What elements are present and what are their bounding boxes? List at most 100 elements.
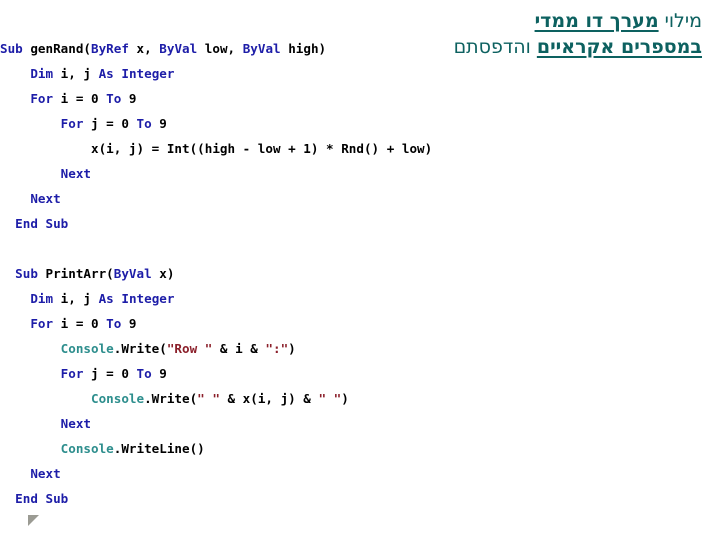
code-token: "Row ": [166, 341, 213, 356]
code-line: For i = 0 To 9: [0, 311, 640, 336]
code-line: Sub genRand(ByRef x, ByVal low, ByVal hi…: [0, 36, 640, 61]
code-token: Next: [30, 191, 61, 206]
code-token: low,: [197, 41, 243, 56]
code-token: 9: [151, 116, 167, 131]
code-token: Dim: [30, 291, 54, 306]
vb-code-listing: Sub genRand(ByRef x, ByVal low, ByVal hi…: [0, 36, 640, 511]
code-token: Next: [60, 166, 92, 181]
code-token: j = 0: [83, 366, 137, 381]
code-token: & i &: [212, 341, 266, 356]
code-token: ): [341, 391, 349, 406]
code-token: End: [15, 491, 38, 506]
code-token: PrintArr(: [45, 266, 114, 281]
code-token: ByVal: [159, 41, 198, 56]
code-token: i, j: [53, 66, 99, 81]
code-token: Console: [60, 441, 114, 456]
code-token: & x(i, j) &: [219, 391, 319, 406]
code-token: ByRef: [91, 41, 129, 56]
code-line: Next: [0, 186, 640, 211]
code-token: For: [60, 116, 84, 131]
code-line: For j = 0 To 9: [0, 111, 640, 136]
code-line: Console.Write(" " & x(i, j) & " "): [0, 386, 640, 411]
code-token: To: [136, 366, 152, 381]
slide-canvas: מילוי מערך דו ממדי במספרים אקראיים והדפס…: [0, 0, 720, 540]
code-token: ByVal: [242, 41, 281, 56]
code-token: Sub: [45, 491, 69, 506]
code-token: j = 0: [83, 116, 137, 131]
code-token: Dim: [30, 66, 54, 81]
code-token: 9: [151, 366, 167, 381]
code-token: To: [106, 316, 122, 331]
code-token: To: [136, 116, 152, 131]
code-token: Next: [60, 416, 92, 431]
code-token: 9: [121, 91, 137, 106]
code-token: For: [30, 91, 54, 106]
code-token: Console: [91, 391, 145, 406]
code-token: .Write(: [113, 341, 167, 356]
triangle-bullet-icon: [28, 515, 39, 526]
code-line: Sub PrintArr(ByVal x): [0, 261, 640, 286]
code-token: genRand(: [30, 41, 92, 56]
code-token: i = 0: [53, 91, 107, 106]
code-token: i, j: [53, 291, 99, 306]
slide-title-line-1: מילוי מערך דו ממדי: [282, 8, 702, 34]
code-line: For i = 0 To 9: [0, 86, 640, 111]
code-token: Sub: [15, 266, 38, 281]
code-token: For: [30, 316, 54, 331]
code-token: To: [106, 91, 122, 106]
code-line: Next: [0, 461, 640, 486]
code-token: ByVal: [113, 266, 152, 281]
code-line: Next: [0, 411, 640, 436]
code-token: ":": [265, 341, 289, 356]
code-line: x(i, j) = Int((high - low + 1) * Rnd() +…: [0, 136, 640, 161]
code-token: ): [288, 341, 296, 356]
code-token: As: [98, 291, 114, 306]
code-line: End Sub: [0, 211, 640, 236]
code-token: Integer: [121, 66, 175, 81]
code-token: 9: [121, 316, 137, 331]
code-token: For: [60, 366, 84, 381]
code-token: As: [98, 66, 114, 81]
code-token: .WriteLine(): [113, 441, 205, 456]
code-token: Sub: [0, 41, 23, 56]
code-token: Sub: [45, 216, 69, 231]
code-token: x): [151, 266, 175, 281]
code-line: Dim i, j As Integer: [0, 61, 640, 86]
code-token: .Write(: [144, 391, 198, 406]
code-token: Integer: [121, 291, 175, 306]
title-line-1-underlined: מערך דו ממדי: [534, 10, 659, 32]
code-token: Console: [60, 341, 114, 356]
code-token: x(i, j) = Int((high - low + 1) * Rnd() +…: [91, 141, 433, 156]
code-token: high): [280, 41, 327, 56]
code-token: i = 0: [53, 316, 107, 331]
code-line: Console.Write("Row " & i & ":"): [0, 336, 640, 361]
code-token: Next: [30, 466, 61, 481]
code-line: Console.WriteLine(): [0, 436, 640, 461]
code-line: End Sub: [0, 486, 640, 511]
code-line: Dim i, j As Integer: [0, 286, 640, 311]
code-token: End: [15, 216, 38, 231]
code-line: Next: [0, 161, 640, 186]
code-token: " ": [318, 391, 342, 406]
code-token: x,: [128, 41, 160, 56]
title-line-1-plain: מילוי: [658, 10, 702, 32]
